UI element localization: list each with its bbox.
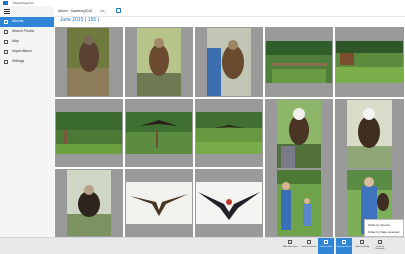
photo-thumbnail xyxy=(196,112,262,154)
photo-thumbnail xyxy=(126,112,192,154)
photo-thumbnail xyxy=(137,28,181,96)
group-header: June 2015 ( 155 ) xyxy=(54,16,405,26)
photo-tile[interactable] xyxy=(55,169,123,237)
command-bar: Slide Show Start Location Remove Order b… xyxy=(0,237,405,254)
import-icon xyxy=(4,50,8,54)
photo-thumbnail xyxy=(56,112,122,154)
location-icon xyxy=(307,240,311,244)
play-icon xyxy=(288,240,292,244)
album-title: Album - Saarburg2015 xyxy=(58,9,93,13)
order-by-date-button[interactable]: Order by Date xyxy=(318,238,334,254)
sidebar: Albums Search Photos Map Import Album Se… xyxy=(0,6,54,253)
photo-tile[interactable] xyxy=(265,99,333,169)
gear-icon xyxy=(4,60,8,64)
slideshow-start-button[interactable]: Slide Show Start xyxy=(282,238,298,254)
month-header[interactable]: June 2015 ( 155 ) xyxy=(60,17,99,23)
photo-tile[interactable] xyxy=(125,99,193,167)
sort-option-date-reversed[interactable]: Order by Date reversed xyxy=(368,230,399,234)
app-title: PhotoOrganizer xyxy=(13,1,35,5)
photo-thumbnail xyxy=(196,182,262,224)
photo-tile[interactable] xyxy=(335,27,404,97)
photo-thumbnail xyxy=(347,100,392,168)
photo-tile[interactable] xyxy=(195,27,263,97)
sidebar-item-settings[interactable]: Settings xyxy=(0,57,54,67)
order-by-source-button[interactable]: Order by Source xyxy=(336,238,352,254)
photo-thumbnail xyxy=(126,182,192,224)
calendar-icon xyxy=(324,240,328,244)
photo-grid xyxy=(54,26,405,237)
album-info-icon[interactable] xyxy=(116,8,121,13)
photo-thumbnail xyxy=(336,41,403,83)
photo-tile[interactable] xyxy=(125,27,193,97)
sidebar-item-albums[interactable]: Albums xyxy=(0,17,54,27)
photo-tile[interactable] xyxy=(125,169,193,237)
photo-tile[interactable] xyxy=(55,99,123,167)
photo-tile[interactable] xyxy=(335,99,404,169)
sidebar-item-map[interactable]: Map xyxy=(0,37,54,47)
location-remove-button[interactable]: Location Remove xyxy=(301,238,317,254)
map-icon xyxy=(4,40,8,44)
sidebar-item-search-photos[interactable]: Search Photos xyxy=(0,27,54,37)
album-icon xyxy=(4,20,8,24)
dimension-icon xyxy=(378,240,382,244)
photo-tile[interactable] xyxy=(195,99,263,167)
order-by-dimension-button[interactable]: Order by Dimension xyxy=(372,238,388,254)
photo-thumbnail xyxy=(67,170,111,236)
star-icon xyxy=(360,240,364,244)
hamburger-menu-icon[interactable] xyxy=(4,9,10,14)
photo-thumbnail xyxy=(207,28,251,96)
photo-tile[interactable] xyxy=(265,27,333,97)
sort-options-popup: Order by Source Order by Date reversed xyxy=(364,219,404,237)
source-icon xyxy=(342,240,346,244)
photo-thumbnail xyxy=(277,170,321,236)
search-icon xyxy=(4,30,8,34)
photo-tile[interactable] xyxy=(265,169,333,237)
photo-thumbnail xyxy=(266,41,332,83)
order-by-rating-button[interactable]: Order by Rating xyxy=(354,238,370,254)
photo-thumbnail xyxy=(67,28,109,96)
photo-tile[interactable] xyxy=(55,27,123,97)
sort-option-source[interactable]: Order by Source xyxy=(368,223,390,227)
photo-thumbnail xyxy=(277,100,321,168)
album-count: (18 ) xyxy=(100,9,107,13)
photo-tile[interactable] xyxy=(195,169,263,237)
app-icon xyxy=(3,1,8,5)
sidebar-item-import-album[interactable]: Import Album xyxy=(0,47,54,57)
